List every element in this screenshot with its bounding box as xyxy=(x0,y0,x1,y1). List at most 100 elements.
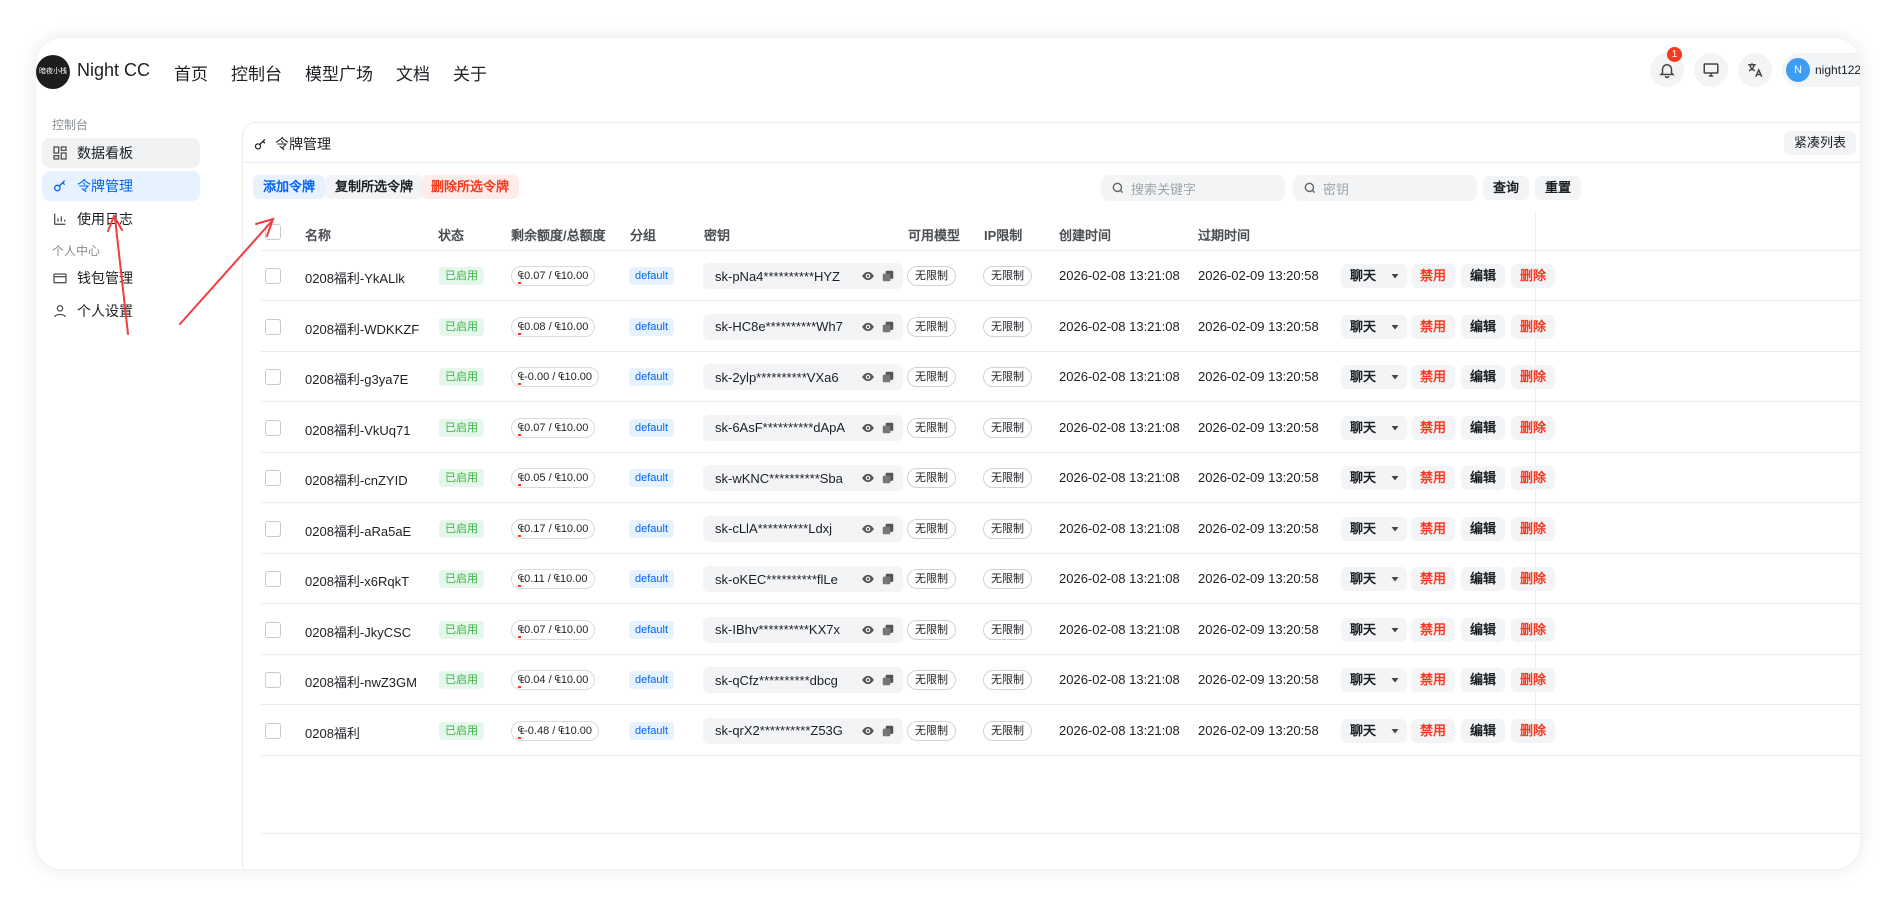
table-row[interactable]: 0208福利-x6RqkT 已启用 ₠0.11 / ₠10.00 default sk-… xyxy=(261,555,1860,604)
chat-button[interactable]: 聊天 xyxy=(1341,466,1386,490)
disable-button[interactable]: 禁用 xyxy=(1411,314,1456,339)
disable-button[interactable]: 禁用 xyxy=(1411,718,1456,743)
copy-selected-button[interactable]: 复制所选令牌 xyxy=(325,175,424,199)
chat-dropdown-button[interactable] xyxy=(1383,415,1407,440)
eye-icon[interactable] xyxy=(861,724,875,738)
eye-icon[interactable] xyxy=(861,320,875,334)
edit-button[interactable]: 编辑 xyxy=(1461,415,1506,440)
table-row[interactable]: 0208福利-cnZYID 已启用 ₠0.05 / ₠10.00 default sk-… xyxy=(261,454,1860,503)
disable-button[interactable]: 禁用 xyxy=(1411,415,1456,440)
copy-icon[interactable] xyxy=(881,572,895,586)
col-created[interactable]: 创建时间 xyxy=(1059,225,1111,244)
chat-button[interactable]: 聊天 xyxy=(1341,617,1386,642)
chat-dropdown-button[interactable] xyxy=(1383,567,1407,591)
chat-button[interactable]: 聊天 xyxy=(1341,516,1386,541)
copy-icon[interactable] xyxy=(881,421,895,435)
col-group[interactable]: 分组 xyxy=(630,225,656,244)
delete-selected-button[interactable]: 删除所选令牌 xyxy=(421,175,520,199)
edit-button[interactable]: 编辑 xyxy=(1461,718,1506,743)
row-checkbox[interactable] xyxy=(265,318,281,335)
edit-button[interactable]: 编辑 xyxy=(1461,314,1506,339)
nav-console[interactable]: 控制台 xyxy=(231,60,282,85)
eye-icon[interactable] xyxy=(861,572,875,586)
brand-name[interactable]: Night CC xyxy=(77,60,150,81)
copy-icon[interactable] xyxy=(881,370,895,384)
add-token-button[interactable]: 添加令牌 xyxy=(253,175,326,199)
sidebar-item-tokens[interactable]: 令牌管理 xyxy=(42,171,200,201)
sidebar-item-wallet[interactable]: 钱包管理 xyxy=(42,263,200,293)
disable-button[interactable]: 禁用 xyxy=(1411,365,1456,389)
col-ip[interactable]: IP限制 xyxy=(984,225,1022,244)
nav-docs[interactable]: 文档 xyxy=(396,60,430,85)
delete-button[interactable]: 删除 xyxy=(1511,314,1556,339)
compact-list-toggle[interactable]: 紧凑列表 xyxy=(1783,131,1856,155)
edit-button[interactable]: 编辑 xyxy=(1461,567,1506,591)
chat-button[interactable]: 聊天 xyxy=(1341,718,1386,743)
chat-dropdown-button[interactable] xyxy=(1383,718,1407,743)
table-row[interactable]: 0208福利-g3ya7E 已启用 ₠-0.00 / ₠10.00 default sk… xyxy=(261,353,1860,402)
table-row[interactable]: 0208福利-YkALlk 已启用 ₠0.07 / ₠10.00 default sk-… xyxy=(261,252,1860,301)
chat-button[interactable]: 聊天 xyxy=(1341,314,1386,339)
chat-dropdown-button[interactable] xyxy=(1383,365,1407,389)
copy-icon[interactable] xyxy=(881,269,895,283)
row-checkbox[interactable] xyxy=(265,621,281,638)
chat-dropdown-button[interactable] xyxy=(1383,617,1407,642)
edit-button[interactable]: 编辑 xyxy=(1461,264,1506,288)
edit-button[interactable]: 编辑 xyxy=(1461,668,1506,692)
nav-home[interactable]: 首页 xyxy=(174,60,208,85)
select-all-checkbox[interactable] xyxy=(265,224,281,240)
disable-button[interactable]: 禁用 xyxy=(1411,567,1456,591)
eye-icon[interactable] xyxy=(861,370,875,384)
chat-dropdown-button[interactable] xyxy=(1383,516,1407,541)
disable-button[interactable]: 禁用 xyxy=(1411,668,1456,692)
theme-button[interactable] xyxy=(1694,53,1728,87)
disable-button[interactable]: 禁用 xyxy=(1411,466,1456,490)
delete-button[interactable]: 删除 xyxy=(1511,718,1556,743)
eye-icon[interactable] xyxy=(861,623,875,637)
row-checkbox[interactable] xyxy=(265,419,281,436)
chat-dropdown-button[interactable] xyxy=(1383,314,1407,339)
eye-icon[interactable] xyxy=(861,471,875,485)
row-checkbox[interactable] xyxy=(265,722,281,739)
delete-button[interactable]: 删除 xyxy=(1511,365,1556,389)
table-row[interactable]: 0208福利-VkUq71 已启用 ₠0.07 / ₠10.00 default sk-… xyxy=(261,404,1860,453)
chat-dropdown-button[interactable] xyxy=(1383,466,1407,490)
logo[interactable]: 暗夜小栈 xyxy=(36,55,70,89)
row-checkbox[interactable] xyxy=(265,520,281,537)
col-key[interactable]: 密钥 xyxy=(704,225,730,244)
sidebar-item-settings[interactable]: 个人设置 xyxy=(42,296,200,326)
row-checkbox[interactable] xyxy=(265,369,281,385)
copy-icon[interactable] xyxy=(881,724,895,738)
query-button[interactable]: 查询 xyxy=(1483,176,1530,200)
user-menu[interactable]: N night122 xyxy=(1782,53,1860,87)
nav-about[interactable]: 关于 xyxy=(453,60,487,85)
delete-button[interactable]: 删除 xyxy=(1511,516,1556,541)
eye-icon[interactable] xyxy=(861,673,875,687)
notification-button[interactable]: 1 xyxy=(1650,47,1684,87)
row-checkbox[interactable] xyxy=(265,571,281,587)
delete-button[interactable]: 删除 xyxy=(1511,668,1556,692)
delete-button[interactable]: 删除 xyxy=(1511,264,1556,288)
edit-button[interactable]: 编辑 xyxy=(1461,365,1506,389)
chat-button[interactable]: 聊天 xyxy=(1341,365,1386,389)
language-button[interactable] xyxy=(1738,53,1772,87)
edit-button[interactable]: 编辑 xyxy=(1461,466,1506,490)
chat-button[interactable]: 聊天 xyxy=(1341,415,1386,440)
disable-button[interactable]: 禁用 xyxy=(1411,264,1456,288)
chat-button[interactable]: 聊天 xyxy=(1341,264,1386,288)
table-row[interactable]: 0208福利-JkyCSC 已启用 ₠0.07 / ₠10.00 default sk-… xyxy=(261,606,1860,655)
copy-icon[interactable] xyxy=(881,320,895,334)
row-checkbox[interactable] xyxy=(265,470,281,486)
disable-button[interactable]: 禁用 xyxy=(1411,516,1456,541)
copy-icon[interactable] xyxy=(881,522,895,536)
delete-button[interactable]: 删除 xyxy=(1511,617,1556,642)
row-checkbox[interactable] xyxy=(265,672,281,688)
copy-icon[interactable] xyxy=(881,673,895,687)
col-models[interactable]: 可用模型 xyxy=(908,225,960,244)
col-name[interactable]: 名称 xyxy=(305,225,331,244)
chat-dropdown-button[interactable] xyxy=(1383,668,1407,692)
nav-model-market[interactable]: 模型广场 xyxy=(305,60,373,85)
eye-icon[interactable] xyxy=(861,269,875,283)
disable-button[interactable]: 禁用 xyxy=(1411,617,1456,642)
edit-button[interactable]: 编辑 xyxy=(1461,617,1506,642)
